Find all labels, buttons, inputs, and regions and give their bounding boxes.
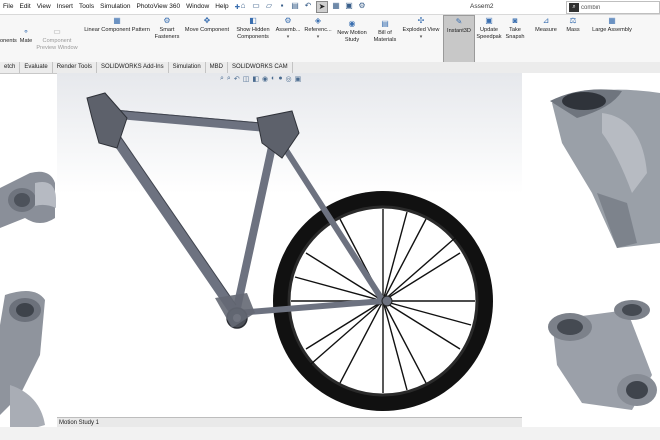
mate-button[interactable]: ⚬ Mate — [17, 15, 35, 61]
large-assembly-icon: ▦ — [608, 16, 616, 25]
chevron-down-icon: ▾ — [286, 34, 290, 40]
mass-icon: ⚖ — [569, 16, 577, 25]
open-folder-icon[interactable]: ▱ — [264, 1, 274, 11]
section-view-icon[interactable]: ◫ — [243, 75, 250, 83]
rebuild-icon[interactable]: ▦ — [331, 1, 341, 11]
components-button[interactable]: onents — [0, 15, 17, 61]
menu-help[interactable]: Help — [212, 3, 231, 11]
exploded-view-icon: ✣ — [417, 16, 425, 25]
zoom-area-icon[interactable]: ⌕ — [227, 75, 231, 83]
tab-render-tools[interactable]: Render Tools — [53, 62, 97, 73]
right-render-top — [522, 73, 660, 263]
select-cursor-icon[interactable]: ➤ — [316, 1, 328, 13]
mass-properties-button[interactable]: ⚖ Mass — [562, 15, 584, 61]
motion-study-icon: ◉ — [348, 19, 356, 28]
status-bar — [0, 427, 660, 440]
quick-access-toolbar: ⌂ ▭ ▱ ▪ ▤ ↶ ➤ ▦ ▣ ⚙ — [238, 1, 367, 13]
take-snapshot-button[interactable]: ◙ Take Snapsh — [505, 15, 525, 61]
tab-sketch[interactable]: etch — [0, 62, 21, 73]
chevron-down-icon: ▾ — [316, 34, 320, 40]
instant3d-button[interactable]: ✎ Instant3D — [443, 15, 475, 63]
save-icon[interactable]: ▪ — [277, 1, 287, 11]
menu-window[interactable]: Window — [183, 3, 212, 11]
components-icon — [4, 28, 12, 36]
bom-icon: ▤ — [381, 19, 389, 28]
zoom-to-fit-icon[interactable]: ⌕ — [220, 75, 224, 83]
tab-mbd[interactable]: MBD — [206, 62, 228, 73]
reference-icon: ◈ — [314, 16, 322, 25]
menu-edit[interactable]: Edit — [16, 3, 33, 11]
move-icon: ✥ — [203, 16, 211, 25]
menu-tools[interactable]: Tools — [76, 3, 97, 11]
bike-frame-model — [86, 92, 493, 411]
preview-window-icon: ▭ — [53, 27, 61, 36]
move-component-button[interactable]: ✥ Move Component — [182, 15, 232, 61]
document-title: Assem2 — [470, 3, 494, 10]
tab-simulation[interactable]: Simulation — [169, 62, 206, 73]
measure-icon: ⊿ — [542, 16, 550, 25]
show-hidden-icon: ◧ — [249, 16, 257, 25]
menu-simulation[interactable]: Simulation — [97, 3, 133, 11]
view-settings-icon[interactable]: ▣ — [295, 75, 302, 83]
graphics-viewport[interactable] — [57, 73, 522, 417]
measure-button[interactable]: ⊿ Measure — [532, 15, 560, 61]
command-manager-ribbon: onents ⚬ Mate ▭ Component Preview Window ▦… — [0, 15, 660, 63]
heads-up-view-toolbar: ⌕ ⌕ ↶ ◫ ◧ ◉ ◐ ● ◎ ▣ — [220, 75, 301, 83]
smart-fasteners-button[interactable]: ⚙ Smart Fasteners — [154, 15, 180, 61]
tab-evaluate[interactable]: Evaluate — [20, 62, 53, 73]
bill-of-materials-button[interactable]: ▤ Bill of Materials — [372, 15, 398, 61]
speedpak-icon: ▣ — [485, 16, 493, 25]
options-gear-icon[interactable]: ⚙ — [357, 1, 367, 11]
reference-geometry-button[interactable]: ◈ Referenc... ▾ — [304, 15, 332, 61]
assembly-features-button[interactable]: ⚙ Assemb... ▾ — [274, 15, 302, 61]
menu-insert[interactable]: Insert — [54, 3, 76, 11]
left-render-bottom — [0, 285, 57, 435]
undo-icon[interactable]: ↶ — [303, 1, 313, 11]
right-render-bottom — [522, 285, 660, 425]
show-hidden-components-button[interactable]: ◧ Show Hidden Components — [234, 15, 272, 61]
mate-icon: ⚬ — [22, 27, 30, 36]
scene-icon[interactable]: ◎ — [286, 75, 292, 83]
fastener-icon: ⚙ — [163, 16, 171, 25]
menu-bar: File Edit View Insert Tools Simulation P… — [0, 0, 660, 15]
motion-study-tab[interactable]: Motion Study 1 — [57, 420, 99, 426]
menu-view[interactable]: View — [34, 3, 54, 11]
home-icon[interactable]: ⌂ — [238, 1, 248, 11]
appearance-icon[interactable]: ● — [278, 75, 282, 83]
pattern-icon: ▦ — [113, 16, 121, 25]
print-icon[interactable]: ▤ — [290, 1, 300, 11]
hide-show-icon[interactable]: ◐ — [271, 75, 275, 83]
menu-list: File Edit View Insert Tools Simulation P… — [0, 3, 243, 11]
chevron-down-icon: ▾ — [419, 34, 423, 40]
left-render-top — [0, 128, 57, 268]
file-properties-icon[interactable]: ▣ — [344, 1, 354, 11]
new-motion-study-button[interactable]: ◉ New Motion Study — [334, 15, 370, 61]
new-document-icon[interactable]: ▭ — [251, 1, 261, 11]
search-box: ⌕ — [566, 1, 660, 14]
menu-photoview[interactable]: PhotoView 360 — [133, 3, 183, 11]
tab-addins[interactable]: SOLIDWORKS Add-Ins — [97, 62, 169, 73]
menu-file[interactable]: File — [0, 3, 16, 11]
update-speedpak-button[interactable]: ▣ Update Speedpak — [475, 15, 503, 61]
camera-icon: ◙ — [512, 16, 518, 25]
component-preview-button[interactable]: ▭ Component Preview Window — [36, 15, 78, 61]
instant3d-icon: ✎ — [455, 17, 463, 26]
linear-component-pattern-button[interactable]: ▦ Linear Component Pattern — [81, 15, 153, 61]
tab-solidworks-cam[interactable]: SOLIDWORKS CAM — [228, 62, 293, 73]
assembly-icon: ⚙ — [284, 16, 292, 25]
exploded-view-button[interactable]: ✣ Exploded View ▾ — [400, 15, 442, 61]
previous-view-icon[interactable]: ↶ — [234, 75, 240, 83]
search-icon: ⌕ — [569, 3, 579, 12]
search-input[interactable] — [581, 4, 651, 11]
display-style-icon[interactable]: ◉ — [262, 75, 268, 83]
view-orientation-icon[interactable]: ◧ — [252, 75, 259, 83]
large-assembly-button[interactable]: ▦ Large Assembly — [588, 15, 636, 61]
